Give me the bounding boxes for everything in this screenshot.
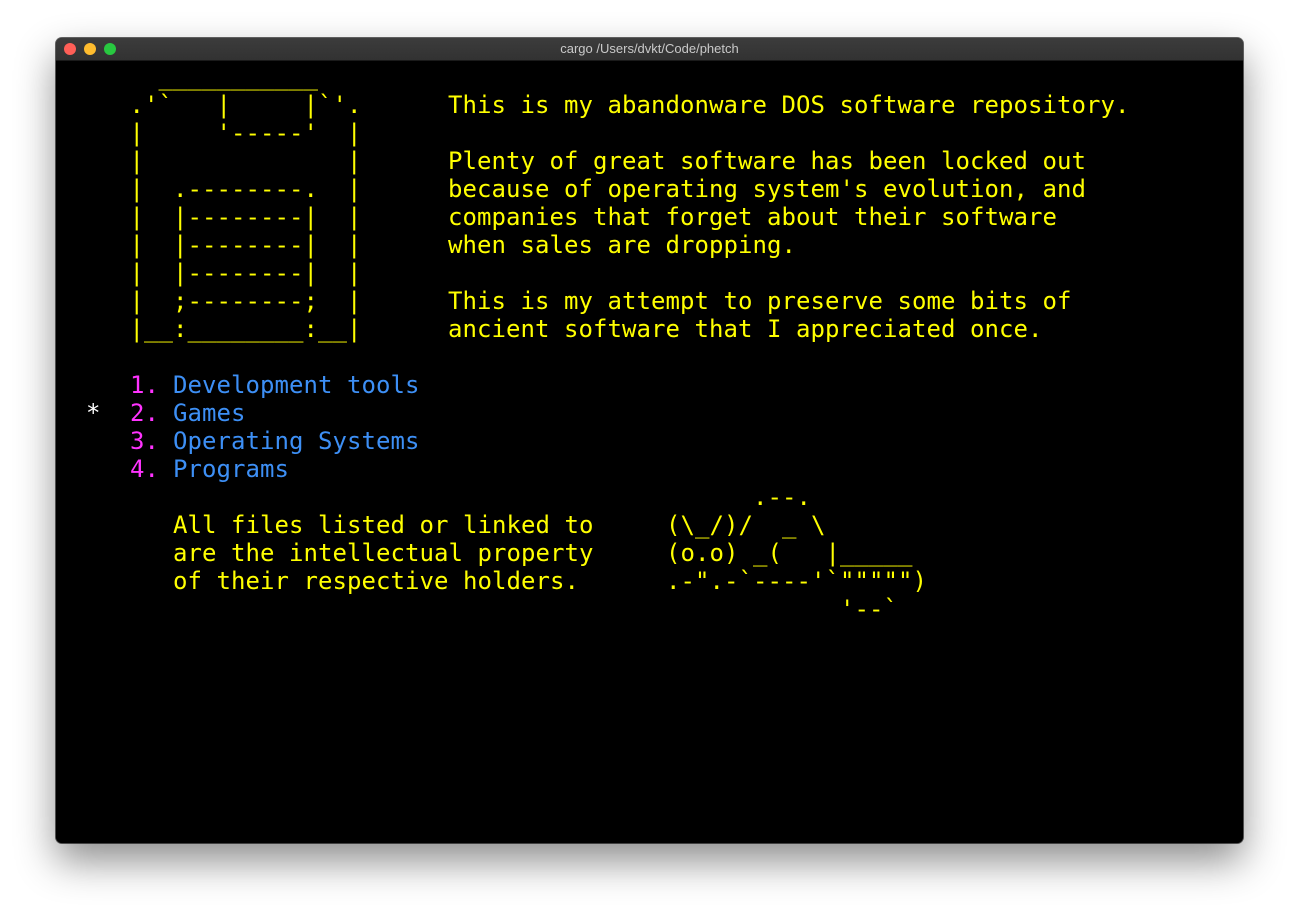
terminal-window: cargo /Users/dvkt/Code/phetch __________…	[56, 38, 1243, 843]
floppy-art-line: | |	[86, 147, 362, 175]
menu-number: 1.	[130, 371, 159, 399]
menu-link-operating-systems[interactable]: Operating Systems	[173, 427, 420, 455]
turtle-art-line: .--.	[666, 483, 811, 511]
turtle-art-line: '--`	[666, 595, 898, 623]
floppy-art-line: | |--------| |	[86, 203, 362, 231]
intro-text-line: because of operating system's evolution,…	[448, 175, 1086, 203]
intro-text-line: This is my attempt to preserve some bits…	[448, 287, 1072, 315]
floppy-art-line: ___________	[86, 63, 318, 91]
menu-number: 3.	[130, 427, 159, 455]
floppy-art-line: | |--------| |	[86, 231, 362, 259]
floppy-art-line: | .--------. |	[86, 175, 362, 203]
menu-link-programs[interactable]: Programs	[173, 455, 289, 483]
intro-text-line: companies that forget about their softwa…	[448, 203, 1057, 231]
selection-cursor: *	[86, 399, 101, 427]
intro-heading: This is my abandonware DOS software repo…	[448, 91, 1130, 119]
title-bar[interactable]: cargo /Users/dvkt/Code/phetch	[56, 38, 1243, 61]
floppy-art-line: | ;--------; |	[86, 287, 362, 315]
floppy-art-line: |__:________:__|	[86, 315, 362, 343]
floppy-art-line: | '-----' |	[86, 119, 362, 147]
menu-number: 2.	[130, 399, 159, 427]
disclaimer-line: of their respective holders.	[173, 567, 579, 595]
turtle-art-line: (\_/)/ _ \	[666, 511, 826, 539]
menu-link-games[interactable]: Games	[173, 399, 246, 427]
menu-number: 4.	[130, 455, 159, 483]
floppy-art-line: .'` | |`'.	[86, 91, 362, 119]
intro-text-line: when sales are dropping.	[448, 231, 796, 259]
intro-text-line: Plenty of great software has been locked…	[448, 147, 1086, 175]
disclaimer-line: All files listed or linked to	[173, 511, 594, 539]
floppy-art-line: | |--------| |	[86, 259, 362, 287]
menu-link-development-tools[interactable]: Development tools	[173, 371, 420, 399]
window-title: cargo /Users/dvkt/Code/phetch	[560, 41, 739, 56]
disclaimer-line: are the intellectual property	[173, 539, 594, 567]
turtle-art-line: (o.o) _( |_____	[666, 539, 913, 567]
terminal-content[interactable]: ___________ .'` | |`'. | '-----' | | | |…	[56, 61, 1243, 843]
turtle-art-line: .-".-`----'`""""")	[666, 567, 927, 595]
intro-text-line: ancient software that I appreciated once…	[448, 315, 1043, 343]
